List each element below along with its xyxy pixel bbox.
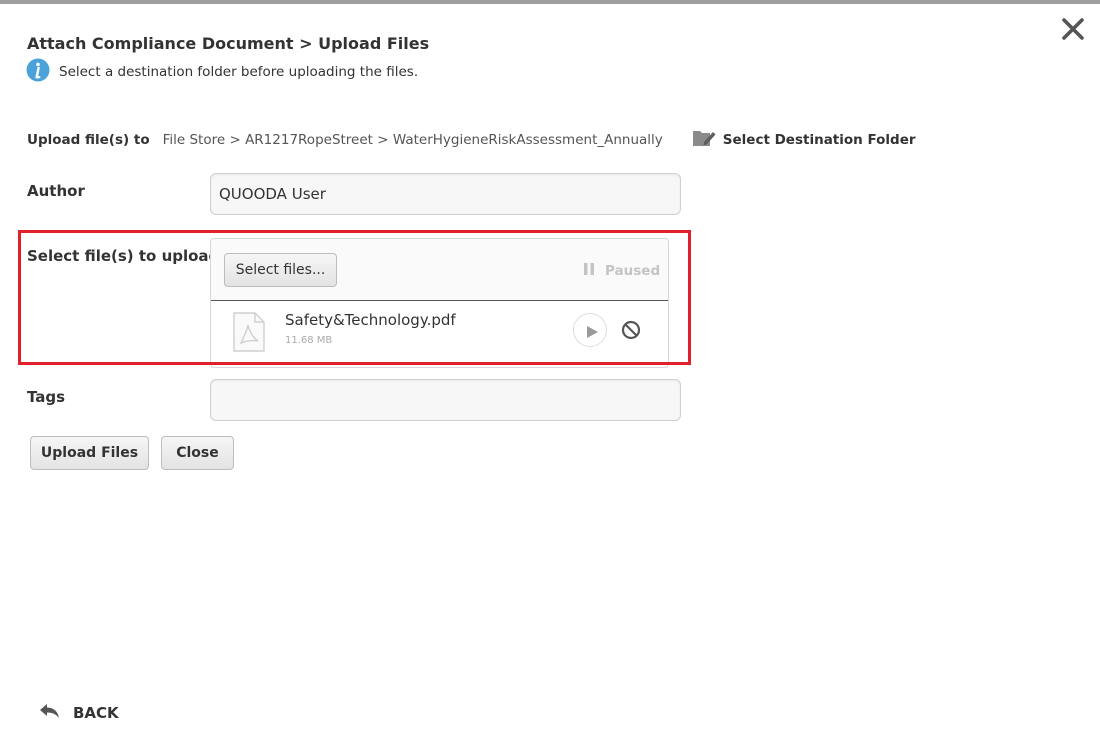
close-icon[interactable]: [1060, 16, 1086, 42]
destination-path: File Store > AR1217RopeStreet > WaterHyg…: [162, 132, 663, 148]
destination-row: Upload file(s) to File Store > AR1217Rop…: [27, 128, 916, 152]
highlight-box: [18, 230, 691, 365]
close-button[interactable]: Close: [161, 436, 234, 470]
page-title: Attach Compliance Document > Upload File…: [27, 34, 430, 53]
tags-field[interactable]: [210, 379, 681, 421]
info-banner: Select a destination folder before uploa…: [26, 58, 418, 86]
back-button[interactable]: BACK: [38, 702, 119, 724]
back-label: BACK: [73, 704, 119, 722]
back-arrow-icon: [38, 702, 62, 724]
info-icon: [26, 58, 50, 86]
upload-files-button[interactable]: Upload Files: [30, 436, 149, 470]
select-destination-folder-button[interactable]: Select Destination Folder: [692, 128, 916, 152]
destination-label: Upload file(s) to: [27, 132, 150, 148]
folder-icon: [692, 128, 716, 152]
info-message: Select a destination folder before uploa…: [59, 64, 419, 80]
top-border: [0, 0, 1100, 4]
select-destination-folder-label: Select Destination Folder: [722, 132, 916, 148]
tags-label: Tags: [27, 388, 66, 406]
author-field[interactable]: [210, 173, 681, 215]
author-label: Author: [27, 182, 85, 200]
